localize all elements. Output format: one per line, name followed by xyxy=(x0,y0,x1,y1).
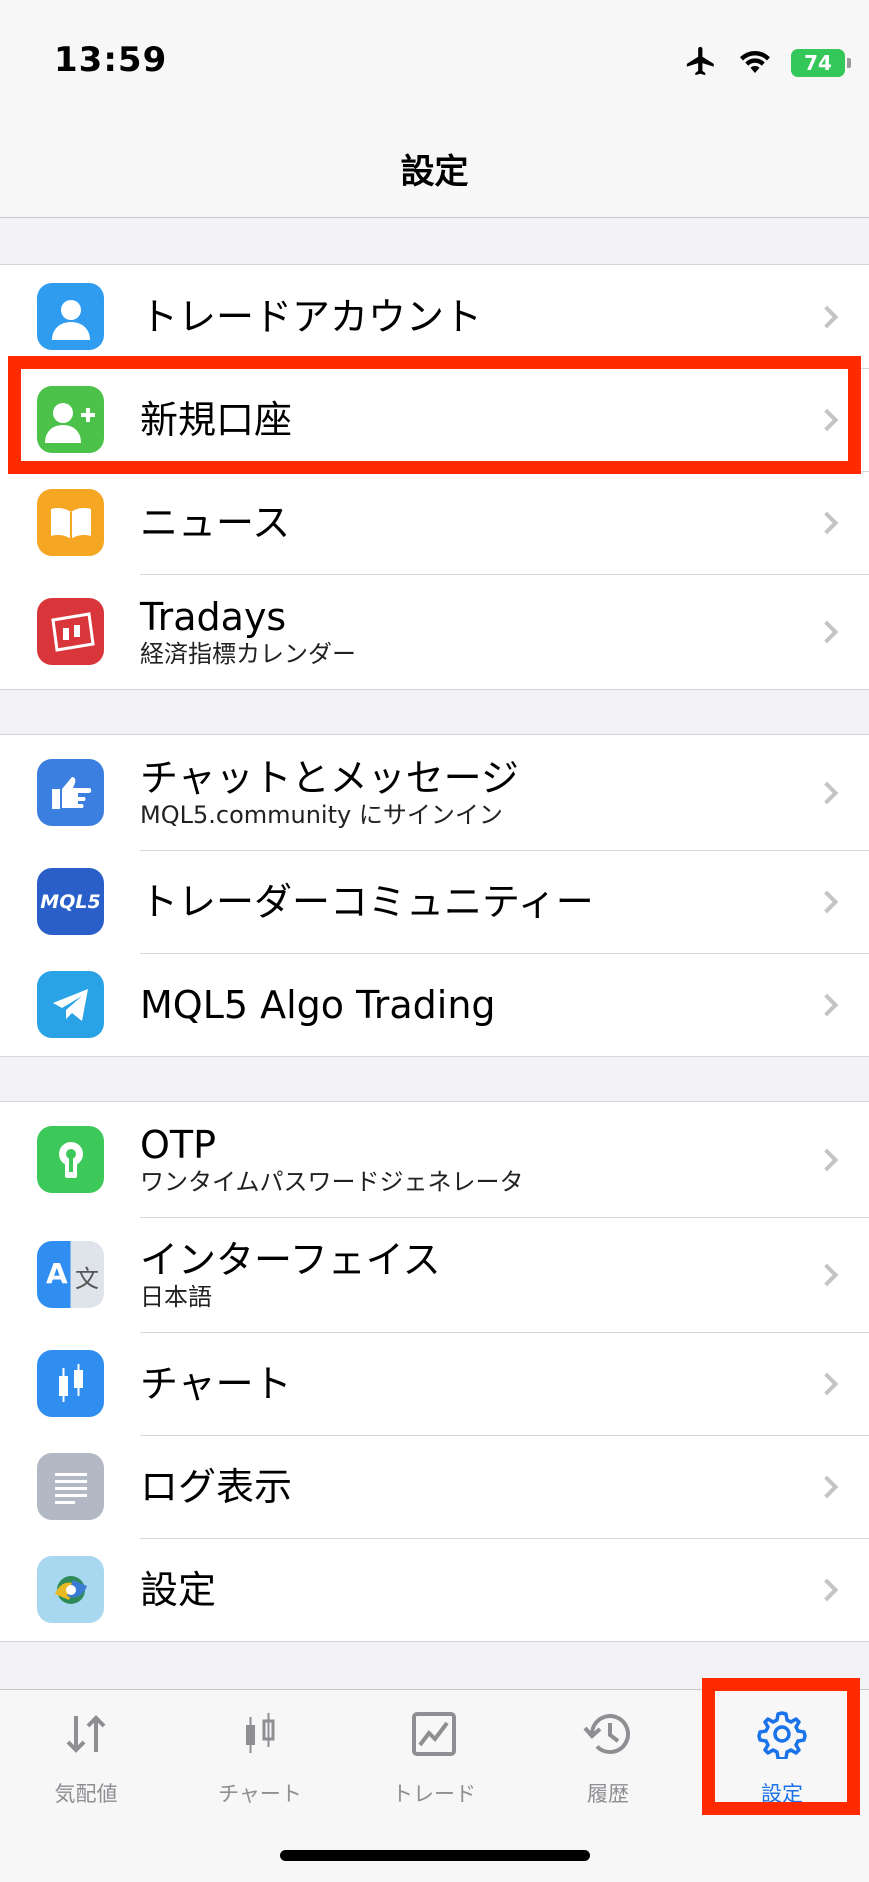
tab-label: 履歴 xyxy=(587,1782,629,1806)
chevron-right-icon xyxy=(815,1263,839,1286)
row-title: トレーダーコミュニティー xyxy=(140,879,594,924)
row-title: 新規口座 xyxy=(140,397,293,442)
settings-group-account: トレードアカウント 新規口座 ニュース Tradays 経済指標カレンダー xyxy=(0,264,869,690)
status-time: 13:59 xyxy=(54,40,168,80)
chevron-right-icon xyxy=(815,1475,839,1498)
chevron-right-icon xyxy=(815,890,839,913)
row-title: ニュース xyxy=(140,500,291,545)
wifi-icon xyxy=(737,46,773,80)
chevron-right-icon xyxy=(815,1578,839,1601)
hand-point-icon xyxy=(37,759,104,826)
history-icon xyxy=(582,1708,634,1760)
log-icon xyxy=(37,1453,104,1520)
row-title: 設定 xyxy=(140,1567,217,1612)
home-indicator xyxy=(280,1850,590,1861)
airplane-icon xyxy=(683,44,719,82)
settings-row-new-account[interactable]: 新規口座 xyxy=(0,368,869,471)
chevron-right-icon xyxy=(815,993,839,1016)
calendar-icon xyxy=(37,598,104,665)
status-bar: 13:59 74 xyxy=(0,0,869,120)
row-subtitle: 日本語 xyxy=(140,1282,212,1311)
tab-label: チャート xyxy=(218,1782,302,1806)
chevron-right-icon xyxy=(815,620,839,643)
settings-row-settings[interactable]: 設定 xyxy=(0,1538,869,1641)
chevron-right-icon xyxy=(815,408,839,431)
chevron-right-icon xyxy=(815,1372,839,1395)
mql5-logo-text: MQL5 xyxy=(40,890,101,913)
settings-row-trader-community[interactable]: MQL5 トレーダーコミュニティー xyxy=(0,850,869,953)
battery-level: 74 xyxy=(804,51,832,75)
candlestick-icon xyxy=(37,1350,104,1417)
chevron-right-icon xyxy=(815,511,839,534)
tab-label: 設定 xyxy=(761,1782,803,1806)
trade-icon xyxy=(408,1708,460,1760)
row-title: ログ表示 xyxy=(140,1464,293,1509)
user-icon xyxy=(37,283,104,350)
keyhole-icon xyxy=(37,1126,104,1193)
chevron-right-icon xyxy=(815,1148,839,1171)
settings-row-interface[interactable]: A 文 インターフェイス 日本語 xyxy=(0,1217,869,1332)
chevron-right-icon xyxy=(815,305,839,328)
chart-icon xyxy=(234,1708,286,1760)
tab-label: トレード xyxy=(392,1782,476,1806)
settings-row-otp[interactable]: OTP ワンタイムパスワードジェネレータ xyxy=(0,1102,869,1217)
chevron-right-icon xyxy=(815,781,839,804)
translate-icon: A 文 xyxy=(37,1241,104,1308)
tab-history[interactable]: 履歴 xyxy=(533,1708,683,1818)
add-user-icon xyxy=(37,386,104,453)
settings-row-log[interactable]: ログ表示 xyxy=(0,1435,869,1538)
tab-label: 気配値 xyxy=(54,1782,118,1806)
settings-row-chat[interactable]: チャットとメッセージ MQL5.community にサインイン xyxy=(0,735,869,850)
mql5-logo-icon: MQL5 xyxy=(37,868,104,935)
row-title: MQL5 Algo Trading xyxy=(140,982,496,1027)
page-title: 設定 xyxy=(400,152,469,192)
row-subtitle: MQL5.community にサインイン xyxy=(140,800,503,829)
row-title: トレードアカウント xyxy=(140,294,483,339)
book-icon xyxy=(37,489,104,556)
tab-quotes[interactable]: 気配値 xyxy=(11,1708,161,1818)
tab-chart[interactable]: チャート xyxy=(185,1708,335,1818)
navigation-header: 設定 xyxy=(0,120,869,218)
gear-icon xyxy=(756,1708,808,1760)
settings-row-news[interactable]: ニュース xyxy=(0,471,869,574)
row-subtitle: 経済指標カレンダー xyxy=(140,639,356,668)
settings-row-algo-trading[interactable]: MQL5 Algo Trading xyxy=(0,953,869,1056)
battery-icon: 74 xyxy=(791,49,851,77)
tab-settings[interactable]: 設定 xyxy=(707,1708,857,1818)
settings-group-app: OTP ワンタイムパスワードジェネレータ A 文 インターフェイス 日本語 チャ… xyxy=(0,1101,869,1642)
metatrader-icon xyxy=(37,1556,104,1623)
row-title: OTP xyxy=(140,1122,217,1167)
tab-trade[interactable]: トレード xyxy=(359,1708,509,1818)
status-icons: 74 xyxy=(683,44,851,82)
translate-letter-kanji: 文 xyxy=(75,1265,99,1293)
row-title: チャットとメッセージ xyxy=(140,755,519,800)
row-title: チャート xyxy=(140,1361,292,1406)
settings-row-tradays[interactable]: Tradays 経済指標カレンダー xyxy=(0,574,869,689)
quotes-icon xyxy=(60,1708,112,1760)
row-title: インターフェイス xyxy=(140,1237,441,1282)
settings-row-chart[interactable]: チャート xyxy=(0,1332,869,1435)
telegram-icon xyxy=(37,971,104,1038)
row-title: Tradays xyxy=(140,594,287,639)
row-subtitle: ワンタイムパスワードジェネレータ xyxy=(140,1167,524,1196)
settings-row-trade-account[interactable]: トレードアカウント xyxy=(0,265,869,368)
translate-letter-a: A xyxy=(46,1257,68,1290)
settings-group-community: チャットとメッセージ MQL5.community にサインイン MQL5 トレ… xyxy=(0,734,869,1057)
